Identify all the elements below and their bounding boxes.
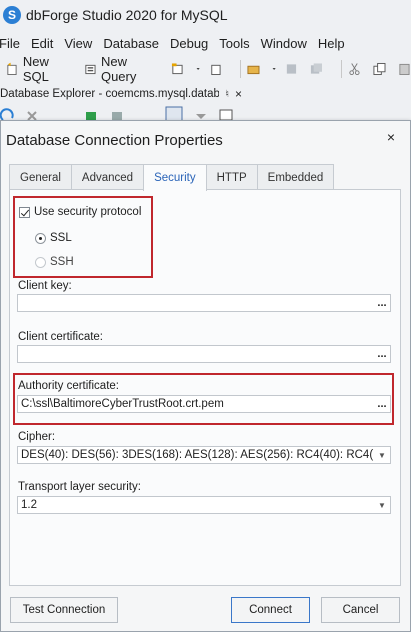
client-key-field[interactable]: ... [17, 294, 391, 312]
copy-icon[interactable] [373, 62, 386, 76]
save-icon[interactable] [285, 62, 298, 76]
app-logo: S [3, 6, 21, 24]
tab-embedded[interactable]: Embedded [256, 164, 335, 190]
client-key-label: Client key: [18, 280, 72, 292]
authority-certificate-label: Authority certificate: [18, 380, 119, 392]
toolbar-separator [240, 60, 242, 78]
ssh-label: SSH [50, 256, 74, 268]
ssh-radio[interactable]: SSH [35, 256, 74, 268]
dropdown-arrow-icon[interactable] [196, 62, 203, 76]
tls-label: Transport layer security: [18, 481, 141, 493]
use-security-protocol-label: Use security protocol [34, 206, 142, 218]
new-sql-label: New SQL [22, 54, 49, 84]
database-explorer-header: Database Explorer - coemcms.mysql.databa… [0, 84, 246, 104]
tls-value[interactable]: 1.2 [21, 499, 374, 511]
client-certificate-browse-button[interactable]: ... [374, 348, 390, 360]
connection-properties-dialog: Database Connection Properties × General… [0, 120, 411, 632]
tab-http[interactable]: HTTP [205, 164, 258, 190]
dialog-title: Database Connection Properties [6, 132, 223, 149]
cut-icon[interactable] [348, 62, 361, 76]
authority-certificate-field[interactable]: C:\ssl\BaltimoreCyberTrustRoot.crt.pem .… [17, 395, 391, 413]
close-panel-icon[interactable]: × [235, 87, 242, 101]
client-certificate-field[interactable]: ... [17, 345, 391, 363]
cipher-label: Cipher: [18, 431, 56, 443]
security-panel: Use security protocol SSL SSH Client key… [9, 189, 401, 586]
new-sql-icon [7, 62, 17, 75]
ssl-label: SSL [50, 232, 72, 244]
dialog-tabs: General Advanced Security HTTP Embedded [9, 164, 335, 191]
menubar: File Edit View Database Debug Tools Wind… [0, 32, 356, 54]
tab-general[interactable]: General [9, 164, 72, 190]
checkbox-checked[interactable] [19, 206, 30, 218]
ssl-radio[interactable]: SSL [35, 232, 72, 244]
new-query-icon [85, 64, 96, 75]
paste-icon[interactable] [398, 62, 411, 76]
radio-selected[interactable] [35, 232, 46, 244]
use-security-protocol-checkbox[interactable]: Use security protocol [19, 206, 141, 218]
radio-unselected[interactable] [35, 256, 46, 268]
save-all-icon[interactable] [310, 62, 323, 76]
authority-certificate-browse-button[interactable]: ... [374, 398, 390, 410]
dropdown-arrow-icon[interactable] [272, 62, 279, 76]
new-object-icon[interactable] [171, 62, 184, 76]
app-title: dbForge Studio 2020 for MySQL [26, 7, 228, 23]
dialog-close-button[interactable]: × [387, 129, 395, 145]
menu-file[interactable]: File [0, 36, 28, 51]
authority-certificate-value[interactable]: C:\ssl\BaltimoreCyberTrustRoot.crt.pem [21, 398, 374, 410]
menu-window[interactable]: Window [261, 36, 315, 51]
connect-button[interactable]: Connect [231, 597, 310, 623]
new-query-label: New Query [100, 54, 137, 84]
toolbar-separator [341, 60, 343, 78]
cipher-select[interactable]: DES(40): DES(56): 3DES(168): AES(128): A… [17, 446, 391, 464]
cipher-value[interactable]: DES(40): DES(56): 3DES(168): AES(128): A… [21, 449, 374, 461]
test-connection-button[interactable]: Test Connection [10, 597, 118, 623]
chevron-down-icon[interactable]: ▼ [374, 451, 390, 460]
app-titlebar: S dbForge Studio 2020 for MySQL [0, 0, 411, 30]
menu-tools[interactable]: Tools [219, 36, 257, 51]
tls-select[interactable]: 1.2 ▼ [17, 496, 391, 514]
client-certificate-label: Client certificate: [18, 331, 104, 343]
pin-icon[interactable]: ♮ [225, 89, 229, 100]
new-sql-button[interactable]: New SQL [6, 54, 74, 84]
menu-view[interactable]: View [64, 36, 100, 51]
menu-database[interactable]: Database [103, 36, 167, 51]
tab-advanced[interactable]: Advanced [70, 164, 145, 190]
open-icon[interactable] [247, 62, 260, 76]
chevron-down-icon[interactable]: ▼ [374, 501, 390, 510]
new-query-button[interactable]: New Query [84, 54, 161, 84]
menu-debug[interactable]: Debug [170, 36, 216, 51]
new-document-icon[interactable] [209, 62, 222, 76]
database-explorer-title: Database Explorer - coemcms.mysql.databa… [0, 88, 220, 100]
menu-help[interactable]: Help [318, 36, 353, 51]
toolbar: New SQL New Query [0, 54, 411, 84]
client-key-browse-button[interactable]: ... [374, 297, 390, 309]
menu-edit[interactable]: Edit [31, 36, 61, 51]
cancel-button[interactable]: Cancel [321, 597, 400, 623]
tab-security[interactable]: Security [143, 164, 207, 191]
